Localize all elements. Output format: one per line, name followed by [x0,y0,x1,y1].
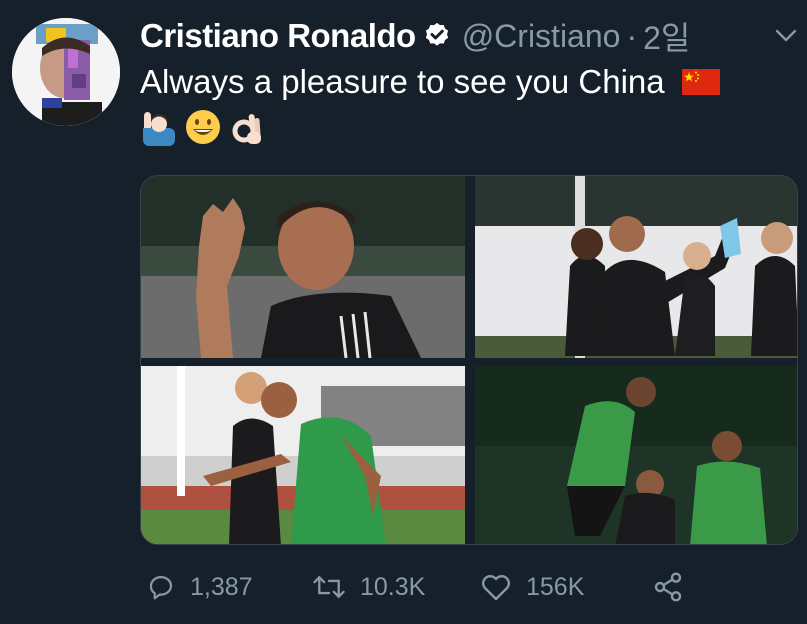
retweet-count: 10.3K [360,572,426,601]
retweet-button[interactable]: 10.3K [312,562,425,612]
share-button[interactable] [652,562,684,612]
reply-button[interactable]: 1,387 [146,562,253,612]
action-bar: 1,387 10.3K 156K [140,562,700,612]
verified-badge-icon [422,21,452,51]
avatar[interactable] [12,18,120,126]
heart-icon [480,572,512,602]
grinning-face-icon [184,108,222,146]
photo-training-group[interactable] [475,366,797,544]
man-raising-hand-icon [140,108,178,146]
tweet-text-content: Always a pleasure to see you China [140,63,665,100]
ok-hand-icon [228,108,266,146]
media-grid[interactable] [140,175,798,545]
china-flag-icon [681,62,720,95]
tweet-timestamp[interactable]: 2일 [643,13,690,59]
retweet-icon [312,572,346,602]
author-name[interactable]: Cristiano Ronaldo [140,17,416,55]
tweet[interactable]: Cristiano Ronaldo @Cristiano · 2일 Always… [0,0,807,624]
photo-waving[interactable] [141,176,465,358]
like-button[interactable]: 156K [480,562,584,612]
tweet-header: Cristiano Ronaldo @Cristiano · 2일 [140,14,690,58]
author-handle[interactable]: @Cristiano [462,18,621,55]
photo-duel[interactable] [141,366,465,544]
like-count: 156K [526,572,585,601]
reply-count: 1,387 [190,572,253,601]
photo-high-kick[interactable] [475,176,797,358]
reply-icon [146,572,176,602]
tweet-text: Always a pleasure to see you China [140,60,720,104]
share-icon [652,571,684,603]
emoji-row [140,106,266,148]
chevron-down-icon[interactable] [774,26,798,46]
avatar-image [12,18,120,126]
separator-dot: · [626,17,638,54]
